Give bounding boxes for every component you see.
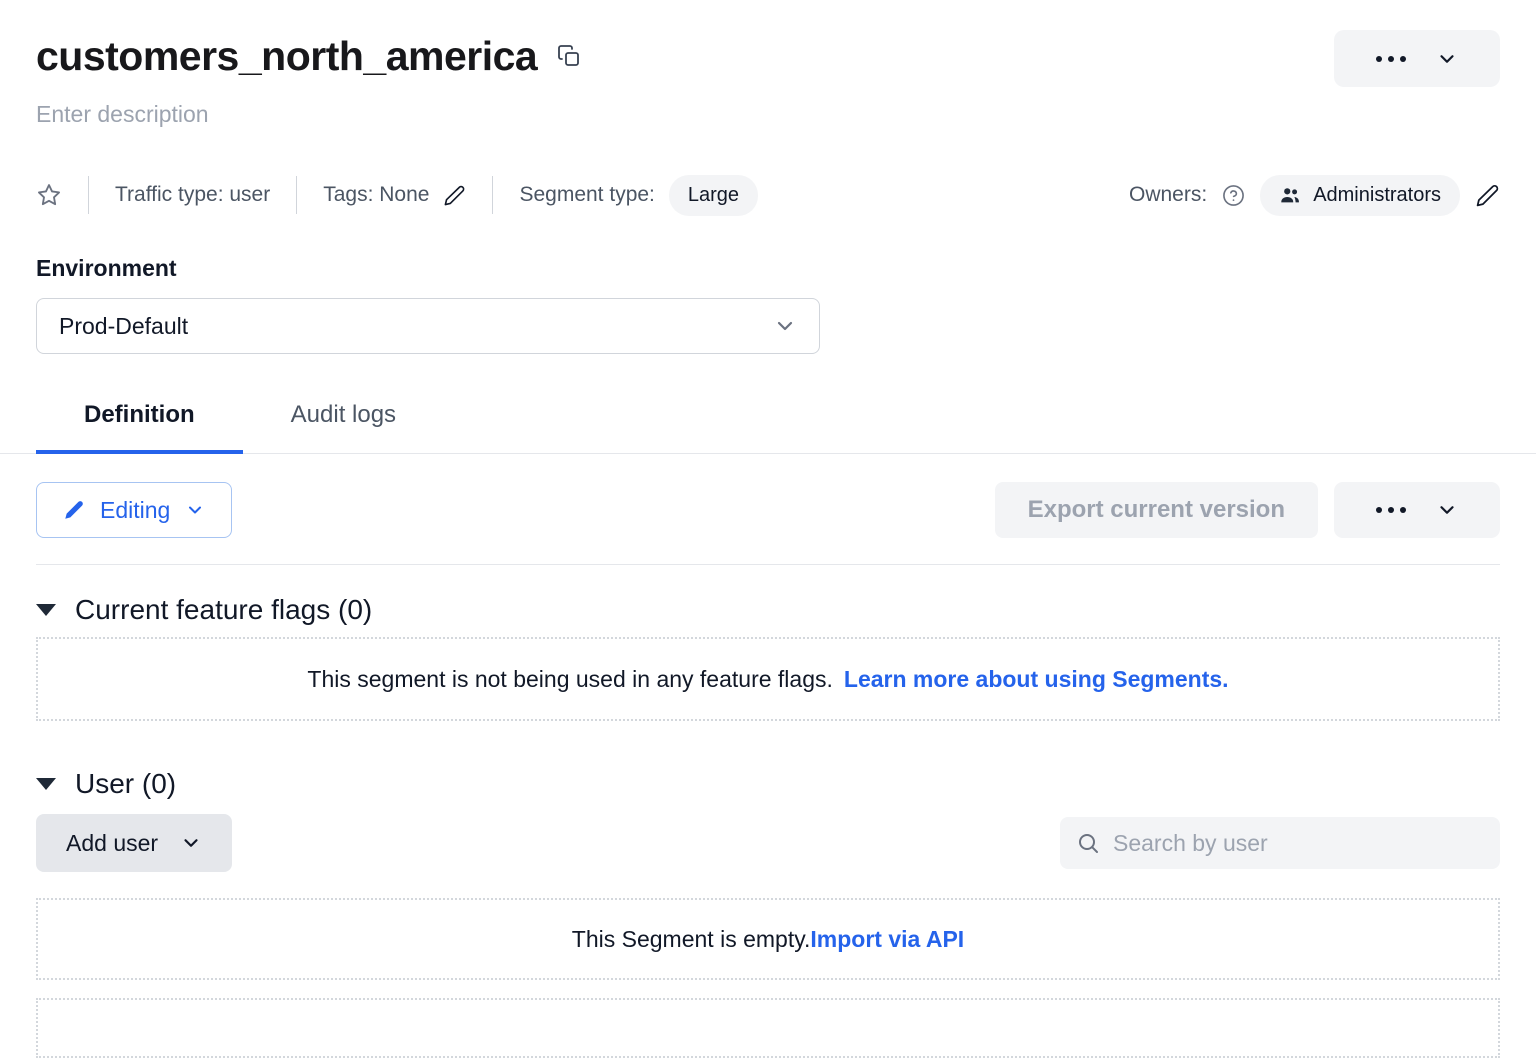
feature-flags-section-header[interactable]: Current feature flags (0) [36,593,1500,627]
user-empty-state-overflow [36,998,1500,1058]
add-user-label: Add user [66,830,158,857]
help-icon[interactable] [1222,184,1245,207]
environment-label: Environment [36,255,1500,285]
editing-button[interactable]: Editing [36,482,232,538]
title-wrap: customers_north_america [36,30,581,82]
user-section-title: User (0) [75,768,176,800]
segment-type-badge: Large [669,175,758,216]
favorite-star-icon[interactable] [36,182,62,208]
chevron-down-icon [185,500,205,520]
page-title: customers_north_america [36,33,537,80]
collapse-caret-icon[interactable] [36,778,56,790]
meta-row: Traffic type: user Tags: None Segment ty… [36,175,1500,215]
chevron-down-icon[interactable] [1436,499,1458,521]
feature-flags-empty-text: This segment is not being used in any fe… [307,666,832,693]
user-search-input[interactable] [1113,830,1484,857]
search-icon [1076,831,1100,855]
environment-selected-value: Prod-Default [59,313,188,340]
chevron-down-icon [180,832,202,854]
import-via-api-link[interactable]: Import via API [810,926,964,953]
divider [296,176,297,214]
owners-label: Owners: [1129,183,1207,207]
user-section-header[interactable]: User (0) [36,767,1500,801]
environment-select[interactable]: Prod-Default [36,298,820,354]
more-icon[interactable] [1376,507,1406,513]
divider [88,176,89,214]
segment-page: customers_north_america Enter descriptio… [0,0,1536,1058]
user-search [1060,817,1500,869]
divider [492,176,493,214]
tab-audit-logs[interactable]: Audit logs [243,400,444,454]
user-empty-text: This Segment is empty. [572,926,811,953]
tags-edit-icon[interactable] [443,184,466,207]
owners-group: Owners: Administrators [1129,175,1500,216]
user-empty-state: This Segment is empty. Import via API [36,898,1500,980]
pencil-icon [63,499,85,521]
header: customers_north_america [36,30,1500,87]
collapse-caret-icon[interactable] [36,604,56,616]
definition-actions-button[interactable] [1334,482,1500,538]
toolbar-right: Export current version [995,482,1500,538]
tabs: Definition Audit logs [0,400,1536,454]
header-actions-button[interactable] [1334,30,1500,87]
chevron-down-icon [773,314,797,338]
owners-badge[interactable]: Administrators [1260,175,1460,216]
learn-more-link[interactable]: Learn more about using Segments. [844,666,1229,693]
chevron-down-icon[interactable] [1436,48,1458,70]
tab-definition[interactable]: Definition [36,400,243,454]
more-icon[interactable] [1376,56,1406,62]
add-user-button[interactable]: Add user [36,814,232,872]
user-toolbar: Add user [36,814,1500,872]
description-input[interactable]: Enter description [36,101,1500,129]
feature-flags-empty-state: This segment is not being used in any fe… [36,637,1500,721]
copy-icon[interactable] [557,42,581,70]
owners-edit-icon[interactable] [1475,183,1500,208]
feature-flags-section-title: Current feature flags (0) [75,594,372,626]
export-current-version-button[interactable]: Export current version [995,482,1318,538]
owners-value: Administrators [1313,184,1441,207]
editing-label: Editing [100,497,170,524]
divider [36,564,1500,565]
definition-toolbar: Editing Export current version [36,482,1500,538]
users-icon [1279,184,1301,206]
segment-type-label: Segment type: [519,183,654,207]
traffic-type-label: Traffic type: user [115,183,270,207]
tags-label: Tags: None [323,183,429,207]
